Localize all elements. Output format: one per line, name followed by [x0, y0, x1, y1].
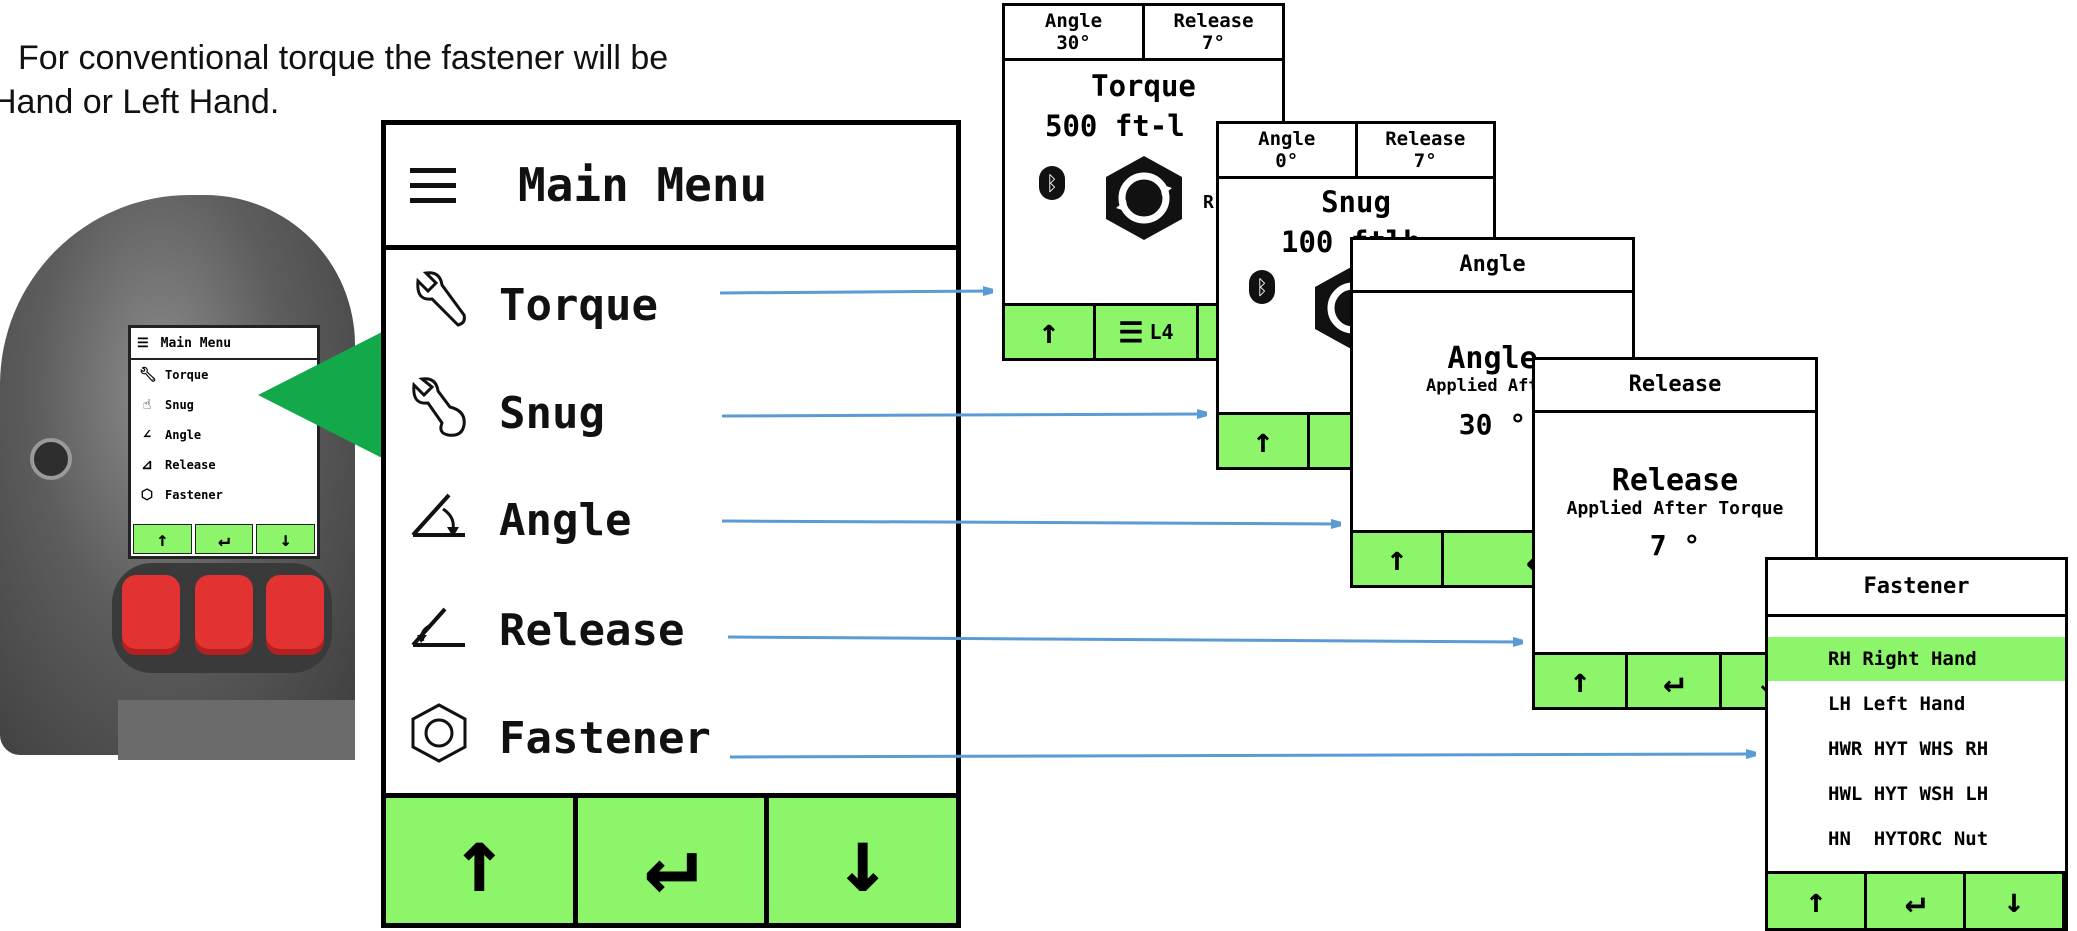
left-red-button[interactable] — [122, 575, 180, 655]
header-value: 7° — [1413, 150, 1437, 172]
zoom-pointer-shape — [258, 330, 386, 460]
right-red-button[interactable] — [266, 575, 324, 655]
menu-item-release[interactable]: Release — [386, 580, 956, 680]
angle-screen-header: Angle — [1353, 240, 1632, 293]
intro-line-1: For conventional torque the fastener wil… — [18, 39, 669, 77]
header-label: Angle — [1258, 128, 1316, 150]
menu-item-label: Fastener — [499, 712, 711, 764]
up-button[interactable]: ↑ — [1005, 306, 1096, 358]
menu-l4-button[interactable]: ☰ L4 — [1096, 306, 1199, 358]
menu-item-fastener[interactable]: Fastener — [386, 688, 956, 788]
wrench-icon: 🔧︎ — [139, 367, 157, 383]
fastener-screen-header: Fastener — [1768, 560, 2065, 617]
release-screen-header: Release — [1535, 360, 1815, 413]
device-screen-nav: ↑ ↵ ↓ — [133, 524, 316, 554]
fastener-option-rh[interactable]: RH Right Hand — [1768, 637, 2065, 681]
enter-button[interactable]: ↵ — [577, 798, 770, 923]
header-label: Release — [1173, 10, 1254, 32]
up-button[interactable]: ↑ — [1219, 415, 1310, 467]
down-button[interactable]: ↓ — [256, 524, 316, 554]
up-button[interactable]: ↑ — [1768, 874, 1867, 928]
up-button[interactable]: ↑ — [1535, 655, 1629, 707]
torque-screen-header: Angle 30° Release 7° — [1005, 6, 1282, 61]
device-menu-label: Torque — [165, 368, 209, 382]
enter-button[interactable]: ↵ — [1867, 874, 1966, 928]
hex-nut-icon: ⬡ — [140, 487, 154, 503]
fastener-option-lh[interactable]: LH Left Hand — [1768, 682, 2065, 726]
header-value: 0° — [1275, 150, 1299, 172]
bluetooth-icon: ᛒ — [1039, 166, 1065, 200]
torque-title: Torque — [1091, 69, 1196, 103]
up-button[interactable]: ↑ — [133, 524, 192, 554]
main-menu-panel: Main Menu Torque Snug Angle Release Fast… — [381, 120, 961, 928]
header-label: Release — [1385, 128, 1466, 150]
main-menu-title: Main Menu — [518, 158, 768, 212]
device-menu-item-fastener[interactable]: ⬡ Fastener — [131, 480, 317, 510]
angle-icon — [404, 489, 474, 552]
release-icon — [404, 599, 474, 662]
up-button[interactable]: ↑ — [1353, 533, 1444, 585]
zoom-pointer — [258, 330, 386, 460]
fastener-screen-nav: ↑ ↵ ↓ — [1768, 871, 2065, 928]
middle-red-button[interactable] — [195, 575, 253, 655]
menu-item-label: Release — [499, 604, 685, 656]
device-handle — [118, 700, 355, 760]
hamburger-icon: ☰ — [1118, 315, 1144, 349]
snug-screen-header: Angle 0° Release 7° — [1219, 124, 1493, 179]
fastener-option-hwl[interactable]: HWL HYT WSH LH — [1768, 772, 2065, 816]
up-button[interactable]: ↑ — [386, 798, 578, 923]
main-menu-header: Main Menu — [386, 125, 956, 250]
device-menu-label: Angle — [165, 428, 202, 442]
angle-icon: ∠ — [142, 427, 152, 443]
hamburger-icon[interactable]: ☰ — [137, 336, 149, 351]
fastener-option-hwr[interactable]: HWR HYT WHS RH — [1768, 727, 2065, 771]
down-button[interactable]: ↓ — [1966, 874, 2065, 928]
hex-nut-icon — [404, 702, 474, 775]
menu-item-label: Snug — [499, 387, 605, 439]
release-cell: Release 7° — [1358, 124, 1494, 176]
menu-item-snug[interactable]: Snug — [386, 363, 956, 463]
bluetooth-icon: ᛒ — [1249, 270, 1275, 304]
hamburger-icon[interactable] — [410, 158, 456, 213]
enter-button[interactable]: ↵ — [194, 524, 254, 554]
down-button[interactable]: ↓ — [769, 798, 957, 923]
fastener-option-hn[interactable]: HN HYTORC Nut — [1768, 817, 2065, 861]
header-value: 7° — [1202, 32, 1225, 54]
snug-title: Snug — [1321, 185, 1391, 219]
menu-item-label: Angle — [499, 494, 632, 546]
enter-button[interactable]: ↵ — [1628, 655, 1722, 707]
tool-cycle-icon — [1106, 156, 1182, 240]
intro-text: For conventional torque the fastener wil… — [0, 36, 900, 124]
menu-item-label: Torque — [499, 279, 658, 331]
menu-item-angle[interactable]: Angle — [386, 470, 956, 570]
rotation-label: R — [1203, 192, 1214, 213]
side-knob — [30, 438, 72, 480]
snug-icon — [404, 376, 474, 450]
intro-line-2: Hand or Left Hand. — [0, 83, 280, 121]
fastener-screen: Fastener RH Right Hand LH Left Hand HWR … — [1765, 557, 2068, 931]
device-menu-label: Snug — [165, 398, 194, 412]
device-menu-label: Release — [165, 458, 216, 472]
device-screen-title: Main Menu — [160, 335, 232, 351]
level-label: L4 — [1149, 320, 1174, 344]
header-label: Angle — [1044, 10, 1103, 32]
menu-item-torque[interactable]: Torque — [386, 255, 956, 355]
wrench-icon — [404, 270, 474, 340]
release-cell: Release 7° — [1145, 6, 1282, 58]
angle-cell: Angle 30° — [1005, 6, 1145, 58]
main-menu-nav: ↑ ↵ ↓ — [386, 793, 957, 923]
snug-icon: ☝︎ — [142, 397, 152, 413]
release-subtitle: Applied After Torque — [1566, 498, 1784, 519]
header-value: 30° — [1056, 32, 1091, 54]
angle-cell: Angle 0° — [1219, 124, 1358, 176]
release-icon: ⊿ — [141, 457, 153, 473]
release-title: Release — [1611, 463, 1739, 498]
device-menu-label: Fastener — [165, 488, 223, 502]
